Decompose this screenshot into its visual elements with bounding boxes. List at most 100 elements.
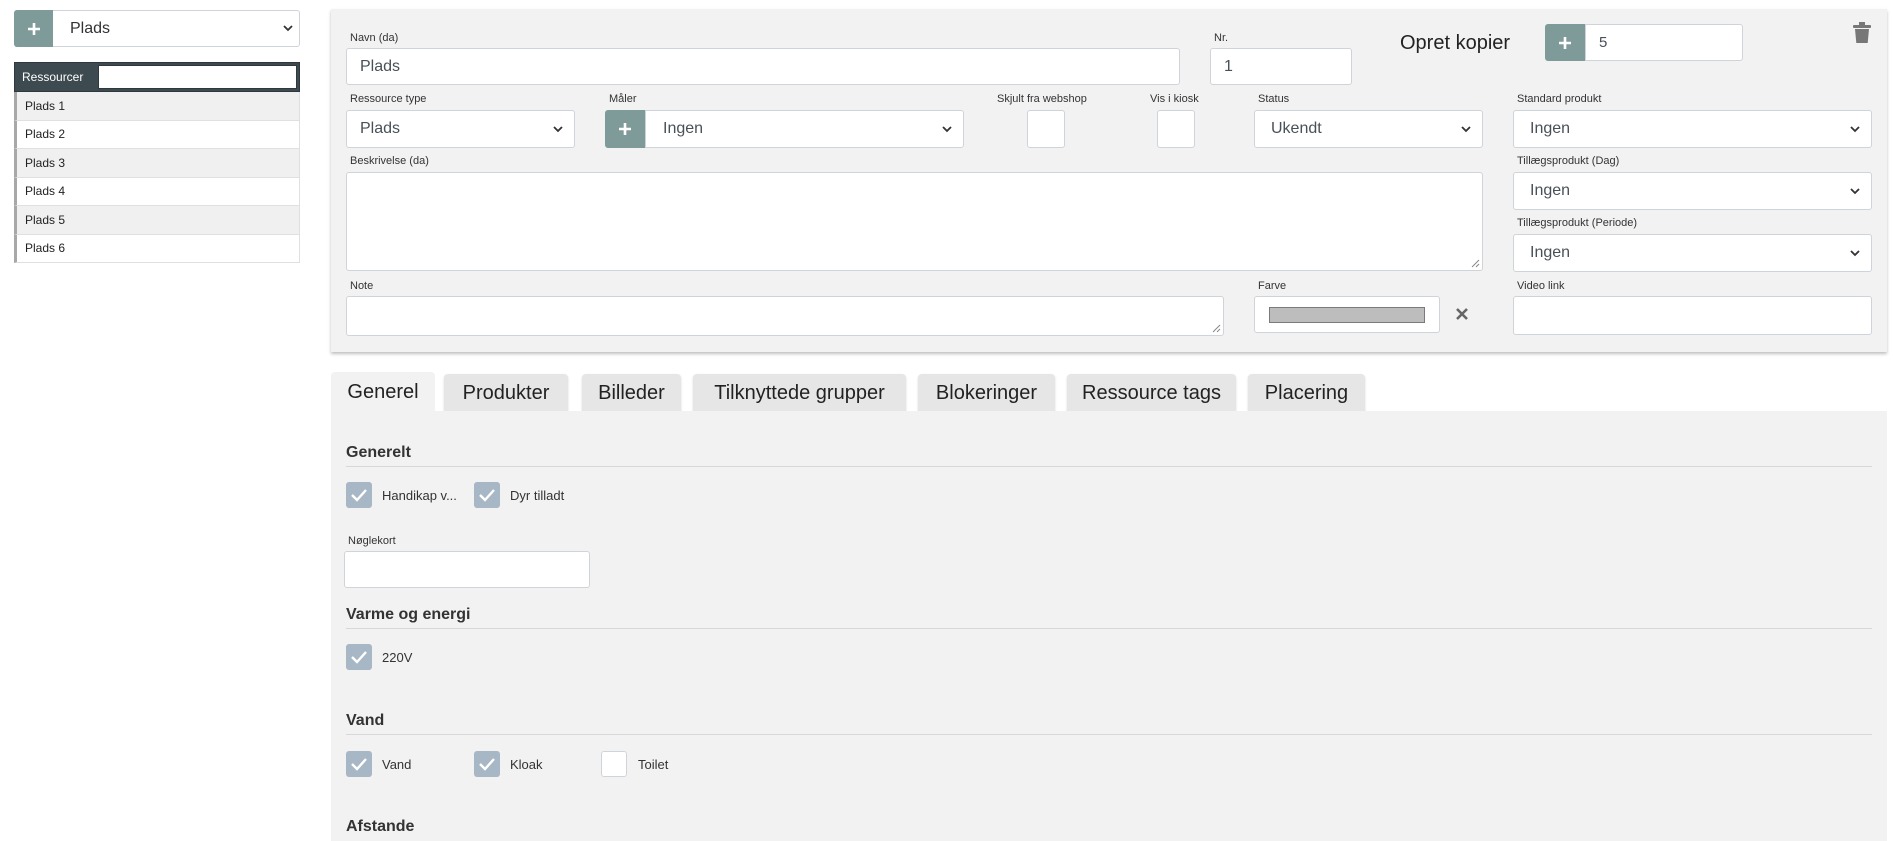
list-item-label: Plads 5 xyxy=(25,212,66,227)
resource-type-select[interactable] xyxy=(14,10,300,47)
list-item-label: Plads 2 xyxy=(25,127,66,142)
farve-label: Farve xyxy=(1258,280,1287,292)
dyr-tilladt-checkbox[interactable] xyxy=(474,482,500,508)
check-icon xyxy=(479,758,495,771)
section-divider xyxy=(346,466,1872,467)
tab-billeder[interactable]: Billeder xyxy=(582,374,681,412)
list-item[interactable]: Plads 3 xyxy=(14,149,300,178)
plus-icon xyxy=(27,22,40,35)
nr-input-value: 1 xyxy=(1224,57,1233,75)
tab-label: Generel xyxy=(347,380,419,403)
resize-handle-icon[interactable] xyxy=(1211,323,1221,333)
dyr-tilladt-label: Dyr tilladt xyxy=(510,488,565,503)
toilet-checkbox[interactable] xyxy=(601,751,627,777)
tillaeg-periode-select[interactable]: Ingen xyxy=(1513,234,1872,272)
section-title-afstande: Afstande xyxy=(346,818,415,835)
tab-placering[interactable]: Placering xyxy=(1248,374,1365,412)
check-icon xyxy=(351,651,367,664)
add-resource-button[interactable] xyxy=(14,10,53,47)
navn-input[interactable]: Plads xyxy=(346,48,1180,85)
section-title-generelt: Generelt xyxy=(346,444,411,461)
tab-label: Billeder xyxy=(598,381,665,404)
check-icon xyxy=(351,758,367,771)
nr-label: Nr. xyxy=(1214,32,1229,44)
opret-kopier-label: Opret kopier xyxy=(1400,32,1511,54)
maler-value: Ingen xyxy=(663,120,704,137)
220v-checkbox[interactable] xyxy=(346,644,372,670)
list-item[interactable]: Plads 6 xyxy=(14,234,300,263)
note-label: Note xyxy=(350,280,374,292)
resize-handle-icon[interactable] xyxy=(1470,258,1480,268)
tillaeg-dag-value: Ingen xyxy=(1530,182,1571,199)
tab-blokeringer[interactable]: Blokeringer xyxy=(918,374,1055,412)
tab-generel[interactable]: Generel xyxy=(331,372,435,412)
handikap-label: Handikap v... xyxy=(382,488,457,503)
list-item[interactable]: Plads 1 xyxy=(14,92,300,121)
beskrivelse-textarea[interactable] xyxy=(346,172,1483,271)
ressource-type-label: Ressource type xyxy=(350,93,427,105)
list-item[interactable]: Plads 4 xyxy=(14,177,300,206)
tab-label: Tilknyttede grupper xyxy=(714,381,885,404)
check-icon xyxy=(479,489,495,502)
vis-kiosk-label: Vis i kiosk xyxy=(1150,93,1199,105)
status-value: Ukendt xyxy=(1271,120,1322,137)
section-divider xyxy=(346,628,1872,629)
plus-icon xyxy=(619,123,631,135)
standard-produkt-label: Standard produkt xyxy=(1517,93,1602,105)
resources-search-input[interactable] xyxy=(98,65,297,89)
note-textarea[interactable] xyxy=(346,296,1224,336)
kloak-label: Kloak xyxy=(510,757,543,772)
beskrivelse-label: Beskrivelse (da) xyxy=(350,155,429,167)
maler-select[interactable]: Ingen xyxy=(645,110,964,148)
resources-header-label: Ressourcer xyxy=(22,70,84,84)
check-icon xyxy=(351,489,367,502)
vand-checkbox[interactable] xyxy=(346,751,372,777)
navn-input-value: Plads xyxy=(360,57,401,75)
navn-label: Navn (da) xyxy=(350,32,399,44)
tab-panel-generel xyxy=(331,411,1887,841)
video-link-input[interactable] xyxy=(1513,296,1872,335)
section-title-varme: Varme og energi xyxy=(346,606,471,623)
list-item-label: Plads 4 xyxy=(25,184,66,199)
video-link-label: Video link xyxy=(1517,280,1565,292)
ressource-type-value: Plads xyxy=(360,120,401,137)
standard-produkt-select[interactable]: Ingen xyxy=(1513,110,1872,148)
list-item-label: Plads 6 xyxy=(25,241,66,256)
noglekort-label: Nøglekort xyxy=(348,535,396,547)
chevron-down-icon xyxy=(942,126,952,133)
plus-icon xyxy=(1559,36,1571,49)
opret-kopier-count-input[interactable]: 5 xyxy=(1585,24,1743,61)
tab-label: Placering xyxy=(1264,381,1349,404)
chevron-down-icon xyxy=(1461,126,1471,133)
handikap-checkbox[interactable] xyxy=(346,482,372,508)
skjult-webshop-checkbox[interactable] xyxy=(1027,110,1065,148)
list-item[interactable]: Plads 2 xyxy=(14,120,300,149)
status-select[interactable]: Ukendt xyxy=(1254,110,1483,148)
chevron-down-icon xyxy=(1850,126,1860,133)
tab-label: Produkter xyxy=(462,381,550,404)
noglekort-input[interactable] xyxy=(344,551,590,588)
opret-kopier-count-value: 5 xyxy=(1599,34,1608,51)
tillaeg-dag-label: Tillægsprodukt (Dag) xyxy=(1517,155,1620,167)
section-title-vand: Vand xyxy=(346,712,385,729)
ressource-type-select[interactable]: Plads xyxy=(346,110,575,148)
opret-kopier-button[interactable] xyxy=(1545,24,1585,61)
status-label: Status xyxy=(1258,93,1290,105)
tab-produkter[interactable]: Produkter xyxy=(444,374,568,412)
tillaeg-dag-select[interactable]: Ingen xyxy=(1513,172,1872,210)
standard-produkt-value: Ingen xyxy=(1530,120,1571,137)
kloak-checkbox[interactable] xyxy=(474,751,500,777)
tab-label: Blokeringer xyxy=(935,381,1038,404)
220v-label: 220V xyxy=(382,650,413,665)
list-item[interactable]: Plads 5 xyxy=(14,206,300,235)
maler-label: Måler xyxy=(609,93,637,105)
tab-tilknyttede-grupper[interactable]: Tilknyttede grupper xyxy=(693,374,906,412)
nr-input[interactable]: 1 xyxy=(1210,48,1352,85)
vis-kiosk-checkbox[interactable] xyxy=(1157,110,1195,148)
toilet-label: Toilet xyxy=(638,757,669,772)
add-maler-button[interactable] xyxy=(605,110,645,148)
clear-color-icon[interactable] xyxy=(1454,306,1470,322)
trash-icon[interactable] xyxy=(1853,22,1871,44)
tab-ressource-tags[interactable]: Ressource tags xyxy=(1067,374,1236,412)
list-item-label: Plads 1 xyxy=(25,98,66,113)
